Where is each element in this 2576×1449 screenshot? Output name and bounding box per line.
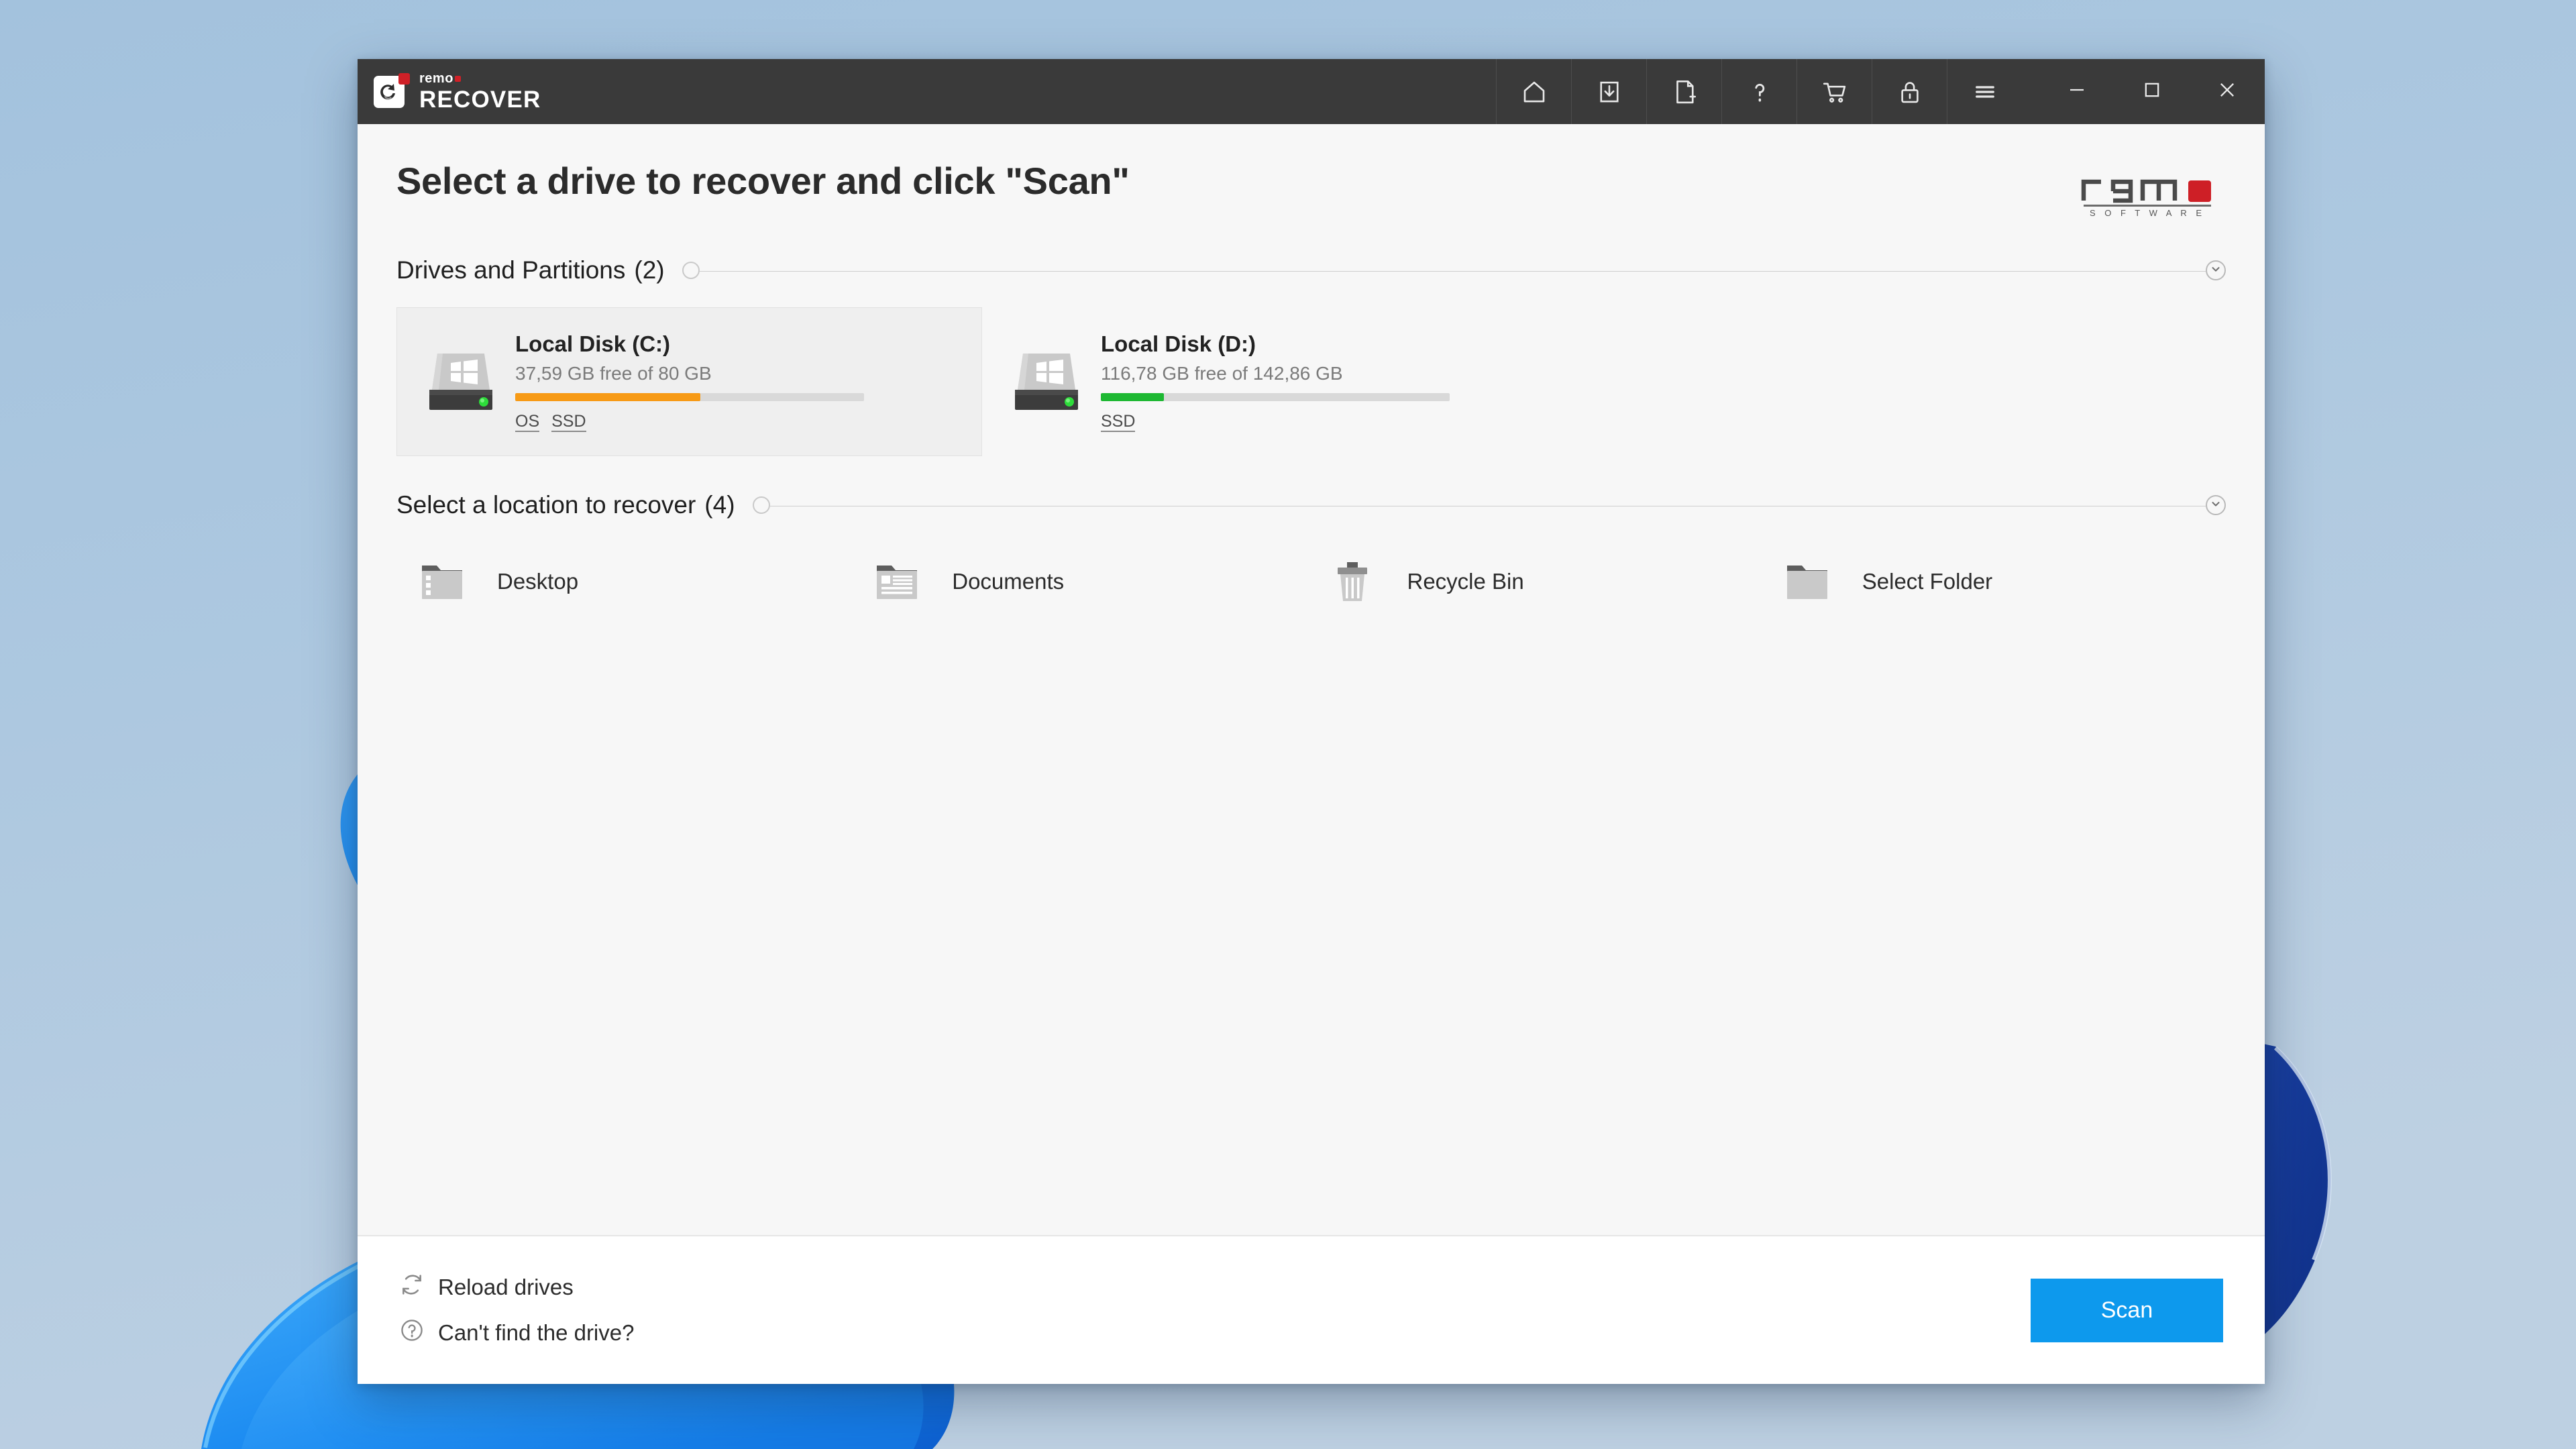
drive-icon xyxy=(420,345,499,419)
drives-section-header: Drives and Partitions (2) xyxy=(396,256,2226,284)
drive-name: Local Disk (C:) xyxy=(515,331,671,356)
locations-section-count: (4) xyxy=(704,491,735,519)
save-session-icon-button[interactable] xyxy=(1571,59,1646,124)
location-label: Desktop xyxy=(497,569,579,594)
drive-tags: OS SSD xyxy=(515,412,959,433)
menu-icon xyxy=(1971,78,1999,106)
brand-name-big: RECOVER xyxy=(419,87,541,113)
cart-icon xyxy=(1821,78,1849,106)
location-label: Select Folder xyxy=(1862,569,1993,594)
location-item-documents[interactable]: Documents xyxy=(861,561,1316,602)
home-icon xyxy=(1520,78,1548,106)
locations-section-header: Select a location to recover (4) xyxy=(396,491,2226,519)
drive-card-local-disk-c[interactable]: Local Disk (C:) 37,59 GB free of 80 GB O… xyxy=(396,307,982,456)
chevron-down-icon xyxy=(2210,263,2222,278)
new-session-icon xyxy=(1670,78,1699,106)
cant-find-drive-link[interactable]: Can't find the drive? xyxy=(399,1318,634,1348)
drive-tag-os[interactable]: OS xyxy=(515,412,540,433)
drive-tag-ssd[interactable]: SSD xyxy=(551,412,586,433)
location-list: Desktop Documents Recycle Bin Select Fol… xyxy=(396,561,2226,602)
footer-bar: Reload drives Can't find the drive? Scan xyxy=(358,1235,2265,1384)
reload-drives-link[interactable]: Reload drives xyxy=(399,1272,634,1303)
location-label: Recycle Bin xyxy=(1407,569,1524,594)
drive-usage-bar xyxy=(515,392,864,401)
app-logo: remo RECOVER xyxy=(358,72,541,111)
home-icon-button[interactable] xyxy=(1496,59,1571,124)
close-button[interactable] xyxy=(2190,59,2265,124)
scan-button[interactable]: Scan xyxy=(2031,1278,2223,1342)
minimize-icon xyxy=(2063,76,2090,107)
section-line-cap xyxy=(682,262,700,279)
documents-folder-icon xyxy=(861,561,933,602)
recycle-bin-icon xyxy=(1316,561,1389,602)
help-circle-icon xyxy=(399,1318,425,1348)
reload-drives-label: Reload drives xyxy=(438,1275,574,1299)
window-controls xyxy=(2039,59,2265,124)
drives-section-count: (2) xyxy=(634,256,665,284)
drives-section-title: Drives and Partitions xyxy=(396,256,626,284)
chevron-down-icon xyxy=(2210,498,2222,513)
folder-icon xyxy=(1771,561,1843,602)
remo-software-logo: S O F T W A R E xyxy=(2078,168,2220,221)
reload-icon xyxy=(399,1272,425,1303)
save-session-icon xyxy=(1595,78,1623,106)
activate-lock-icon-button[interactable] xyxy=(1872,59,1947,124)
drive-free-space: 116,78 GB free of 142,86 GB xyxy=(1101,362,1343,384)
cart-icon-button[interactable] xyxy=(1796,59,1872,124)
drive-free-space: 37,59 GB free of 80 GB xyxy=(515,362,712,384)
remo-recover-window: remo RECOVER Select a drive to recover a… xyxy=(358,59,2265,1384)
location-item-select-folder[interactable]: Select Folder xyxy=(1771,561,2226,602)
remo-logo-subtext: S O F T W A R E xyxy=(2090,208,2205,218)
maximize-icon xyxy=(2139,76,2165,107)
desktop-folder-icon xyxy=(406,561,478,602)
drives-section-collapse-button[interactable] xyxy=(2206,260,2226,280)
drive-tag-ssd[interactable]: SSD xyxy=(1101,412,1136,433)
page-title: Select a drive to recover and click "Sca… xyxy=(396,160,1130,202)
lock-icon xyxy=(1896,78,1924,106)
brand-red-dot xyxy=(454,76,461,82)
drive-icon xyxy=(1006,345,1085,419)
minimize-button[interactable] xyxy=(2039,59,2114,124)
locations-section-collapse-button[interactable] xyxy=(2206,495,2226,515)
main-content: Select a drive to recover and click "Sca… xyxy=(358,124,2265,1235)
section-divider-line xyxy=(699,270,2206,272)
location-item-desktop[interactable]: Desktop xyxy=(406,561,861,602)
titlebar-tool-group xyxy=(1496,59,2022,124)
close-icon xyxy=(2214,76,2241,107)
brand-name-small: remo xyxy=(419,72,541,85)
drive-usage-bar xyxy=(1101,392,1450,401)
help-icon-button[interactable] xyxy=(1721,59,1796,124)
location-item-recycle-bin[interactable]: Recycle Bin xyxy=(1316,561,1771,602)
drive-card-local-disk-d[interactable]: Local Disk (D:) 116,78 GB free of 142,86… xyxy=(982,307,1568,456)
locations-section-title: Select a location to recover xyxy=(396,491,696,519)
title-bar: remo RECOVER xyxy=(358,59,2265,124)
help-icon xyxy=(1746,78,1774,106)
remo-recover-logo-icon xyxy=(372,72,410,111)
cant-find-drive-label: Can't find the drive? xyxy=(438,1320,635,1345)
location-label: Documents xyxy=(952,569,1065,594)
drive-name: Local Disk (D:) xyxy=(1101,331,1256,356)
section-line-cap xyxy=(752,496,770,514)
menu-icon-button[interactable] xyxy=(1947,59,2022,124)
new-session-icon-button[interactable] xyxy=(1646,59,1721,124)
maximize-button[interactable] xyxy=(2114,59,2190,124)
drive-tags: SSD xyxy=(1101,412,1544,433)
drive-list: Local Disk (C:) 37,59 GB free of 80 GB O… xyxy=(396,307,2226,456)
